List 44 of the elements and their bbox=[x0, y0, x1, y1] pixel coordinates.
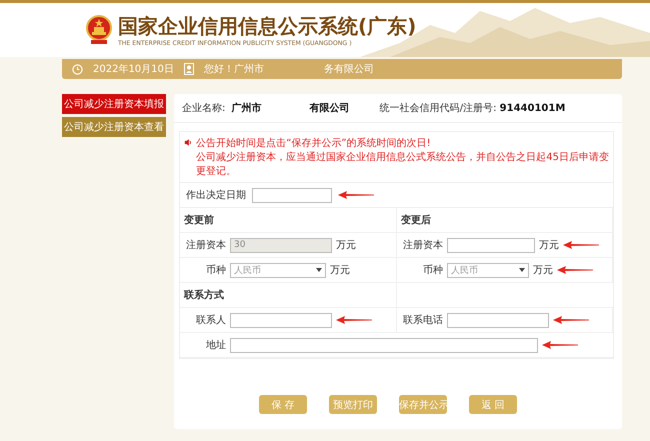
field-label: 注册资本 bbox=[185, 238, 226, 252]
unit-label: 万元 bbox=[533, 264, 553, 277]
company-name: 有限公司 bbox=[310, 102, 350, 115]
greeting-text: 务有限公司 bbox=[324, 63, 374, 76]
field-label: 地址 bbox=[205, 338, 226, 352]
date-input[interactable] bbox=[252, 188, 332, 202]
section-heading: 变更后 bbox=[401, 213, 431, 227]
date-text: 2022年10月10日 bbox=[93, 63, 174, 76]
unit-label: 万元 bbox=[336, 239, 356, 252]
clock-icon bbox=[72, 64, 83, 74]
field-label: 联系人 bbox=[195, 314, 226, 327]
unit-label: 万元 bbox=[539, 239, 559, 252]
input-field[interactable] bbox=[230, 312, 332, 328]
field-label: 企业名称: bbox=[182, 102, 226, 115]
credit-code: 91440101M bbox=[500, 102, 566, 114]
input-field[interactable] bbox=[447, 238, 535, 252]
unit-label: 万元 bbox=[330, 264, 350, 277]
field-label: 注册资本 bbox=[402, 238, 443, 252]
section-heading: 变更前 bbox=[184, 213, 214, 227]
caret-icon bbox=[316, 268, 322, 272]
section-heading: 联系方式 bbox=[184, 288, 224, 302]
sidebar-item[interactable]: 公司减少注册资本填报 bbox=[62, 94, 166, 114]
field-label: 统一社会信用代码/注册号: bbox=[380, 102, 496, 115]
caret-icon bbox=[519, 268, 525, 272]
action-button[interactable]: 返 回 bbox=[469, 395, 517, 414]
greeting-text: 您好！广州市 bbox=[204, 62, 264, 76]
currency-dropdown[interactable]: 人民币 bbox=[447, 262, 529, 278]
notice-text: 公司减少注册资本，应当通过国家企业信用信息公式系统公告，并自公告之日起45日后申请变更登记。 bbox=[196, 150, 609, 178]
input-field[interactable] bbox=[230, 338, 538, 352]
user-icon bbox=[184, 63, 194, 75]
speaker-icon bbox=[184, 138, 192, 147]
input-field[interactable] bbox=[447, 312, 549, 328]
field-label: 币种 bbox=[422, 264, 443, 277]
field-label: 币种 bbox=[205, 264, 226, 277]
field-label: 作出决定日期 bbox=[186, 188, 246, 202]
company-name: 广州市 bbox=[232, 101, 262, 115]
action-button[interactable]: 保 存 bbox=[259, 395, 307, 414]
currency-dropdown[interactable]: 人民币 bbox=[230, 262, 326, 278]
emblem-icon bbox=[86, 15, 112, 45]
notice-text: 公告开始时间是点击“保存并公示”的系统时间的次日! bbox=[196, 136, 432, 150]
action-button[interactable]: 预览打印 bbox=[329, 395, 377, 414]
sidebar-item[interactable]: 公司减少注册资本查看 bbox=[62, 117, 166, 137]
field-label: 联系电话 bbox=[402, 314, 443, 327]
site-title: 国家企业信用信息公示系统(广东) bbox=[118, 13, 416, 40]
